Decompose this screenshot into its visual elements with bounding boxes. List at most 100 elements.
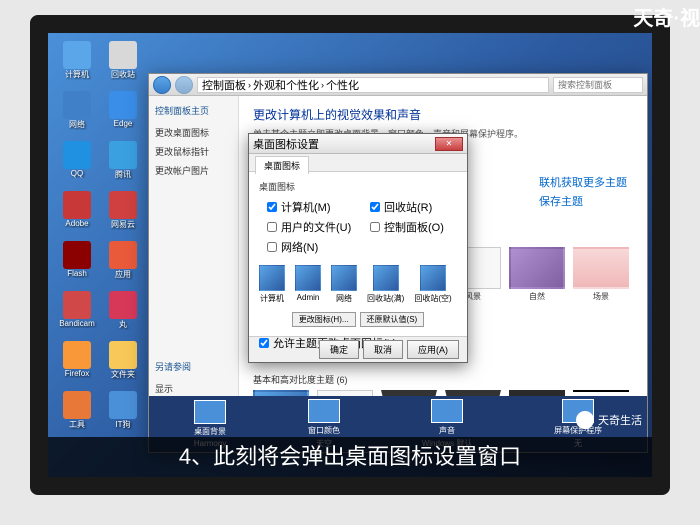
watermark-bottom-right: 天奇生活 [576, 411, 642, 429]
icon-preview[interactable]: Admin [295, 265, 321, 304]
icon-image [331, 265, 357, 291]
icon-label: 腾讯 [102, 169, 144, 180]
link-online[interactable]: 联机获取更多主题 [539, 174, 627, 190]
icon-label: Flash [56, 269, 98, 278]
icon-checkbox-row[interactable]: 用户的文件(U) [267, 219, 354, 235]
watermark-top-right: 天奇·视 [633, 2, 700, 31]
desktop-icon[interactable]: Edge [102, 91, 144, 135]
icon-label: 工具 [56, 419, 98, 430]
section-label: 基本和高对比度主题 (6) [253, 373, 633, 386]
checkbox-label: 回收站(R) [384, 199, 432, 215]
desktop-icon[interactable]: Flash [56, 241, 98, 285]
link-save[interactable]: 保存主题 [539, 193, 627, 209]
sidebar-item[interactable]: 更改帐户图片 [155, 161, 232, 180]
icon-checkbox-row[interactable]: 控制面板(O) [370, 219, 457, 235]
breadcrumb-seg[interactable]: 外观和个性化 [253, 77, 319, 93]
cp-heading: 更改计算机上的视觉效果和声音 [253, 106, 633, 123]
icon-preview[interactable]: 回收站(满) [367, 265, 404, 304]
icon-checkbox-row[interactable]: 网络(N) [267, 239, 354, 255]
theme-thumb [573, 247, 629, 289]
desktop-icon[interactable]: IT狗 [102, 391, 144, 435]
breadcrumb[interactable]: 控制面板 › 外观和个性化 › 个性化 [197, 77, 549, 93]
close-button[interactable]: ✕ [435, 137, 463, 151]
restore-default-button[interactable]: 还原默认值(S) [360, 312, 425, 327]
icon-label: 文件夹 [102, 369, 144, 380]
desktop-icon[interactable]: 计算机 [56, 41, 98, 85]
icon-checkbox-row[interactable]: 回收站(R) [370, 199, 457, 215]
back-button[interactable] [153, 76, 171, 94]
app-icon [63, 91, 91, 119]
app-icon [109, 141, 137, 169]
app-icon [63, 141, 91, 169]
setting-label: 声音 [439, 425, 455, 436]
icon-preview[interactable]: 计算机 [259, 265, 285, 304]
desktop-icon[interactable]: QQ [56, 141, 98, 185]
cp-links: 联机获取更多主题 保存主题 [539, 174, 627, 212]
breadcrumb-seg[interactable]: 个性化 [326, 77, 359, 93]
desktop-icon[interactable]: Bandicam [56, 291, 98, 335]
group-label: 桌面图标 [259, 180, 457, 193]
theme-item[interactable]: 场景 [573, 247, 629, 302]
checkbox-label: 用户的文件(U) [281, 219, 351, 235]
desktop-icon[interactable]: Firefox [56, 341, 98, 385]
tab-desktop-icons[interactable]: 桌面图标 [255, 156, 309, 174]
icon-label: 网易云 [102, 219, 144, 230]
checkbox-label: 计算机(M) [281, 199, 331, 215]
ok-button[interactable]: 确定 [319, 340, 359, 359]
desktop-icon[interactable]: 回收站 [102, 41, 144, 85]
checkbox[interactable] [267, 202, 277, 212]
icon-preview[interactable]: 网络 [331, 265, 357, 304]
app-icon [63, 241, 91, 269]
setting-icon [431, 399, 463, 423]
setting-label: 窗口颜色 [308, 425, 340, 436]
sidebar-title: 控制面板主页 [155, 104, 232, 117]
icon-label: 应用 [102, 269, 144, 280]
desktop-icon[interactable]: 网易云 [102, 191, 144, 235]
icon-label: Firefox [56, 369, 98, 378]
desktop-screen: 计算机回收站网络EdgeQQ腾讯Adobe网易云Flash应用Bandicam丸… [48, 33, 652, 477]
icon-checkbox-row[interactable]: 计算机(M) [267, 199, 354, 215]
icon-label: Bandicam [56, 319, 98, 328]
app-icon [63, 391, 91, 419]
caption-text: 4、此刻将会弹出桌面图标设置窗口 [48, 437, 652, 477]
checkbox[interactable] [267, 222, 277, 232]
sidebar-item[interactable]: 更改鼠标指针 [155, 142, 232, 161]
icon-label: Adobe [56, 219, 98, 228]
icon-name: 网络 [336, 293, 352, 304]
apply-button[interactable]: 应用(A) [407, 340, 459, 359]
change-icon-button[interactable]: 更改图标(H)... [292, 312, 356, 327]
icon-label: Edge [102, 119, 144, 128]
checkbox[interactable] [370, 202, 380, 212]
desktop-icon[interactable]: 文件夹 [102, 341, 144, 385]
app-icon [109, 291, 137, 319]
desktop-icon[interactable]: 应用 [102, 241, 144, 285]
desktop-icon[interactable]: 工具 [56, 391, 98, 435]
checkbox[interactable] [267, 242, 277, 252]
desktop-icon[interactable]: 丸 [102, 291, 144, 335]
icon-label: IT狗 [102, 419, 144, 430]
checkbox[interactable] [370, 222, 380, 232]
desktop-icon[interactable]: Adobe [56, 191, 98, 235]
app-icon [109, 241, 137, 269]
desktop-icon[interactable]: 腾讯 [102, 141, 144, 185]
icon-preview[interactable]: 回收站(空) [414, 265, 451, 304]
dialog-tabs: 桌面图标 [249, 154, 467, 172]
icon-name: 回收站(满) [367, 293, 404, 304]
theme-item[interactable]: 自然 [509, 247, 565, 302]
app-icon [63, 291, 91, 319]
allow-theme-checkbox[interactable] [259, 338, 269, 348]
icon-label: 计算机 [56, 69, 98, 80]
theme-label: 场景 [593, 291, 609, 302]
cancel-button[interactable]: 取消 [363, 340, 403, 359]
desktop-icon[interactable]: 网络 [56, 91, 98, 135]
app-icon [109, 91, 137, 119]
forward-button[interactable] [175, 76, 193, 94]
theme-label: 自然 [529, 291, 545, 302]
sidebar-item[interactable]: 更改桌面图标 [155, 123, 232, 142]
dialog-title-text: 桌面图标设置 [253, 136, 319, 152]
icon-name: 回收站(空) [414, 293, 451, 304]
app-icon [109, 41, 137, 69]
icon-image [420, 265, 446, 291]
search-input[interactable] [553, 77, 643, 93]
breadcrumb-seg[interactable]: 控制面板 [202, 77, 246, 93]
